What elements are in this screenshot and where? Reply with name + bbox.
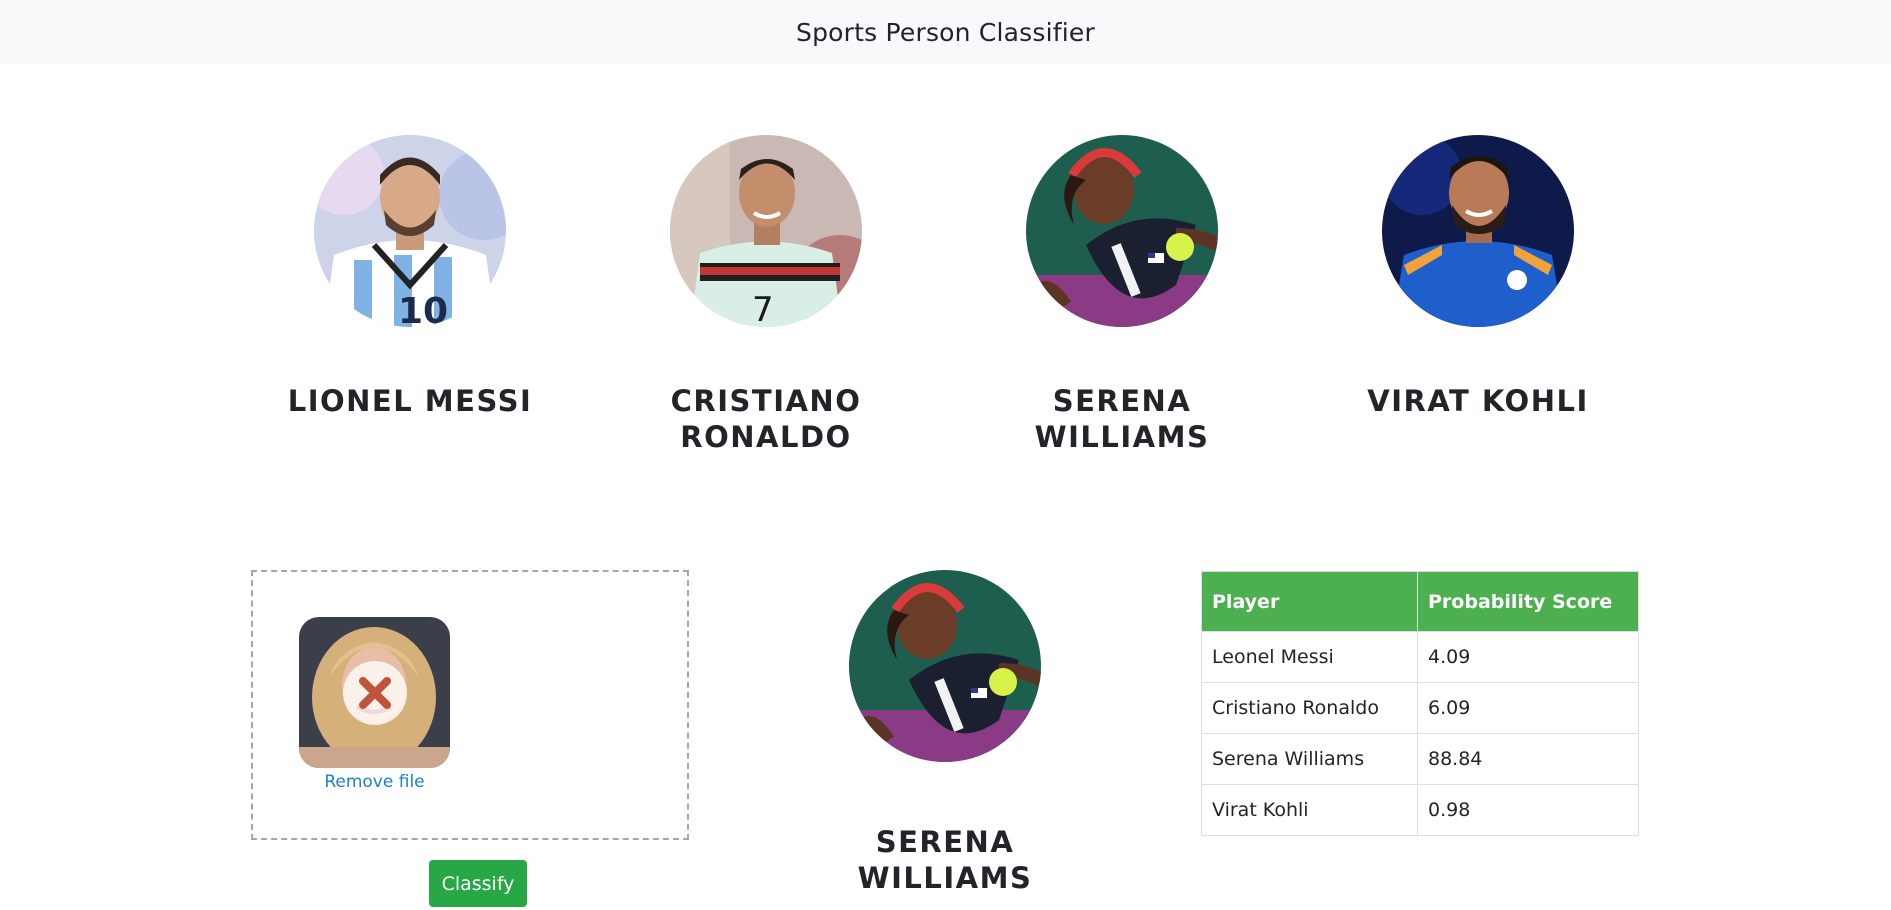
result-card: SERENA WILLIAMS — [795, 570, 1095, 896]
player-photo-messi: 10 — [314, 135, 506, 327]
navbar: Sports Person Classifier — [0, 0, 1891, 64]
player-name: VIRAT KOHLI — [1367, 384, 1589, 418]
remove-file-link[interactable]: Remove file — [299, 772, 450, 792]
table-header-row: Player Probability Score — [1201, 571, 1639, 632]
score-cell: 4.09 — [1417, 631, 1639, 683]
player-photo-serena — [1026, 135, 1218, 327]
player-photo-ronaldo: 7 — [670, 135, 862, 327]
player-cell: Serena Williams — [1201, 733, 1418, 785]
result-player-photo — [849, 570, 1041, 762]
column-header-player: Player — [1201, 571, 1418, 632]
svg-text:10: 10 — [398, 291, 448, 327]
player-name: CRISTIANO RONALDO — [670, 384, 862, 454]
player-name: SERENA WILLIAMS — [1034, 384, 1210, 454]
score-cell: 6.09 — [1417, 682, 1639, 734]
player-cell: Virat Kohli — [1201, 784, 1418, 836]
close-x-icon[interactable] — [343, 661, 407, 725]
probability-table: Player Probability Score Leonel Messi 4.… — [1201, 571, 1639, 836]
table-row: Virat Kohli 0.98 — [1201, 784, 1639, 836]
player-photo-kohli — [1382, 135, 1574, 327]
app-title[interactable]: Sports Person Classifier — [796, 18, 1095, 47]
score-cell: 88.84 — [1417, 733, 1639, 785]
player-card-serena: SERENA WILLIAMS — [972, 135, 1272, 455]
table-row: Serena Williams 88.84 — [1201, 733, 1639, 785]
column-header-score: Probability Score — [1417, 571, 1639, 632]
player-card-ronaldo: 7 CRISTIANO RONALDO — [616, 135, 916, 455]
table-row: Leonel Messi 4.09 — [1201, 631, 1639, 683]
player-cell: Leonel Messi — [1201, 631, 1418, 683]
upload-dropzone[interactable]: Remove file — [251, 570, 689, 840]
player-card-kohli: VIRAT KOHLI — [1328, 135, 1628, 419]
player-card-messi: 10 LIONEL MESSI — [260, 135, 560, 419]
player-cell: Cristiano Ronaldo — [1201, 682, 1418, 734]
table-row: Cristiano Ronaldo 6.09 — [1201, 682, 1639, 734]
svg-text:7: 7 — [752, 290, 774, 327]
player-name: LIONEL MESSI — [287, 384, 533, 418]
classify-button[interactable]: Classify — [429, 860, 527, 907]
result-player-name: SERENA WILLIAMS — [857, 825, 1033, 895]
score-cell: 0.98 — [1417, 784, 1639, 836]
